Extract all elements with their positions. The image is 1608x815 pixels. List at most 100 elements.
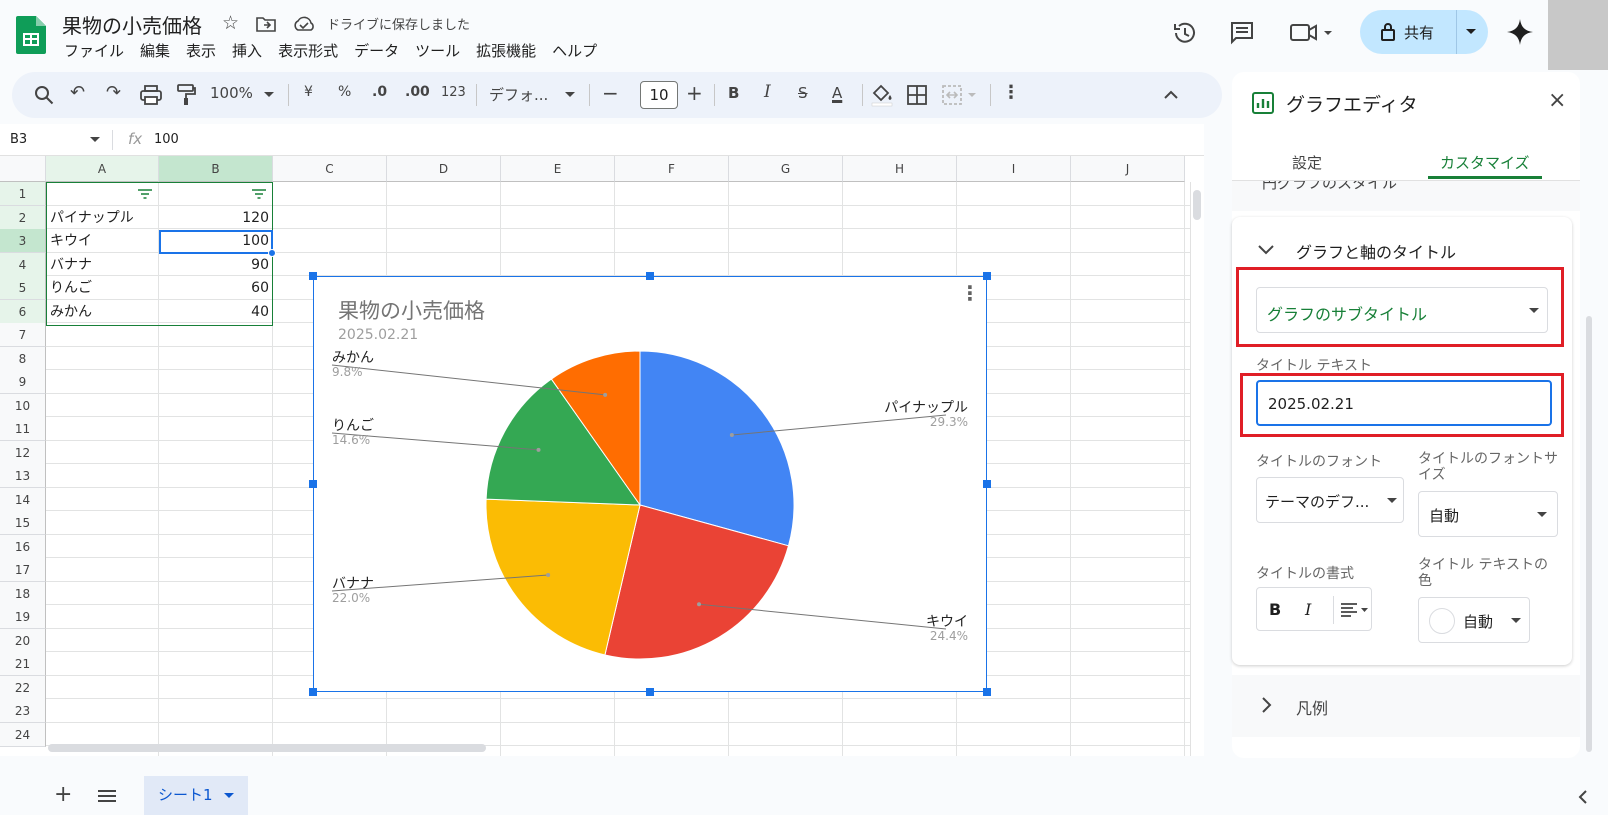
cloud-saved-icon[interactable] — [292, 16, 316, 32]
sheet-tab[interactable]: シート1 — [144, 776, 248, 815]
sheets-logo-icon[interactable] — [16, 16, 46, 54]
menu-tools[interactable]: ツール — [415, 40, 460, 61]
resize-handle[interactable] — [309, 688, 317, 696]
row-header[interactable]: 12 — [0, 440, 46, 465]
resize-handle[interactable] — [646, 272, 654, 280]
row-header[interactable]: 3 — [0, 229, 46, 253]
cell-price[interactable]: 40 — [160, 300, 269, 324]
cell-price[interactable]: 90 — [160, 253, 269, 277]
row-header[interactable]: 21 — [0, 652, 46, 676]
redo-icon[interactable]: ↷ — [106, 82, 121, 103]
row-header[interactable]: 2 — [0, 205, 46, 230]
row-header[interactable]: 18 — [0, 581, 46, 606]
section-pie-style[interactable]: 円グラフのスタイル — [1232, 181, 1580, 211]
resize-handle[interactable] — [309, 272, 317, 280]
fill-color-icon[interactable] — [870, 83, 894, 107]
chevron-down-icon[interactable] — [264, 92, 274, 98]
tab-customize[interactable]: カスタマイズ — [1440, 152, 1530, 173]
row-header[interactable]: 23 — [0, 699, 46, 723]
row-header[interactable]: 19 — [0, 605, 46, 629]
strikethrough-icon[interactable]: S — [798, 84, 808, 102]
column-header[interactable]: I — [957, 156, 1071, 182]
panel-scrollbar-thumb[interactable] — [1586, 316, 1592, 752]
row-header[interactable]: 11 — [0, 417, 46, 441]
share-button[interactable]: 共有 — [1360, 10, 1488, 54]
row-header[interactable]: 9 — [0, 370, 46, 394]
title-font-size-dropdown[interactable]: 自動 — [1418, 491, 1558, 537]
side-panel-toggle-icon[interactable] — [1578, 790, 1588, 804]
chevron-down-icon[interactable] — [90, 137, 100, 143]
fill-handle[interactable] — [268, 249, 276, 257]
column-header[interactable]: D — [387, 156, 501, 182]
font-size-decrease-button[interactable]: − — [602, 81, 619, 105]
menu-view[interactable]: 表示 — [186, 40, 216, 61]
section-titles-label[interactable]: グラフと軸のタイトル — [1296, 239, 1456, 263]
row-header[interactable]: 24 — [0, 722, 46, 747]
column-header[interactable]: E — [501, 156, 615, 182]
column-header[interactable]: G — [729, 156, 843, 182]
cell-price[interactable]: 60 — [160, 276, 269, 300]
menu-edit[interactable]: 編集 — [140, 40, 170, 61]
borders-icon[interactable] — [907, 85, 927, 105]
row-header[interactable]: 22 — [0, 675, 46, 700]
cell-fruit-name[interactable]: みかん — [50, 300, 92, 324]
font-size-increase-button[interactable]: + — [686, 81, 703, 105]
paint-format-icon[interactable] — [176, 84, 196, 106]
chevron-down-icon[interactable] — [1465, 28, 1477, 36]
filter-icon[interactable] — [252, 189, 266, 199]
print-icon[interactable] — [140, 85, 162, 105]
more-options-icon[interactable]: ⋮ — [1002, 82, 1020, 103]
add-sheet-icon[interactable]: + — [54, 782, 72, 807]
cell-fruit-name[interactable]: りんご — [50, 276, 92, 300]
move-folder-icon[interactable] — [256, 16, 276, 32]
italic-icon[interactable]: I — [764, 82, 771, 102]
pie-chart[interactable]: 果物の小売価格 2025.02.21 ⋮ パイナップル 29.3% キウイ 24.4%… — [313, 276, 987, 692]
row-header[interactable]: 6 — [0, 299, 46, 324]
name-box[interactable]: B3 — [10, 132, 27, 147]
menu-file[interactable]: ファイル — [64, 40, 124, 61]
horizontal-scrollbar-thumb[interactable] — [48, 744, 486, 752]
increase-decimal-button[interactable]: .00 — [405, 84, 430, 100]
menu-help[interactable]: ヘルプ — [552, 40, 597, 61]
chevron-up-icon[interactable] — [1258, 245, 1274, 255]
all-sheets-icon[interactable] — [98, 790, 116, 802]
section-legend[interactable]: 凡例 — [1232, 675, 1580, 737]
undo-icon[interactable]: ↶ — [70, 82, 85, 103]
meet-icon[interactable] — [1290, 22, 1334, 44]
formula-input[interactable]: 100 — [154, 132, 179, 147]
selected-cell[interactable] — [159, 230, 273, 254]
title-text-input[interactable]: 2025.02.21 — [1256, 380, 1552, 426]
column-header[interactable]: F — [615, 156, 729, 182]
column-header[interactable]: B — [159, 156, 273, 182]
version-history-icon[interactable] — [1172, 20, 1198, 46]
document-title[interactable]: 果物の小売価格 — [62, 10, 202, 39]
menu-insert[interactable]: 挿入 — [232, 40, 262, 61]
cell-price[interactable]: 120 — [160, 206, 269, 230]
font-size-input[interactable]: 10 — [640, 81, 678, 109]
row-header[interactable]: 20 — [0, 628, 46, 653]
title-color-dropdown[interactable]: 自動 — [1418, 597, 1530, 643]
filter-icon[interactable] — [138, 189, 152, 199]
row-header[interactable]: 5 — [0, 276, 46, 300]
row-header[interactable]: 15 — [0, 511, 46, 535]
column-header[interactable]: H — [843, 156, 957, 182]
row-header[interactable]: 7 — [0, 323, 46, 347]
collapse-toolbar-icon[interactable] — [1164, 90, 1178, 99]
comment-icon[interactable] — [1229, 20, 1255, 46]
percent-format-button[interactable]: % — [338, 84, 351, 100]
text-color-icon[interactable]: A — [832, 84, 842, 102]
chevron-down-icon[interactable] — [565, 92, 575, 98]
menu-format[interactable]: 表示形式 — [278, 40, 338, 61]
row-header[interactable]: 17 — [0, 558, 46, 582]
row-header[interactable]: 1 — [0, 182, 46, 206]
italic-icon[interactable]: I — [1305, 600, 1311, 619]
chevron-down-icon[interactable] — [224, 793, 234, 799]
vertical-scrollbar-thumb[interactable] — [1193, 190, 1201, 220]
gemini-sparkle-icon[interactable] — [1506, 18, 1534, 46]
cell-fruit-name[interactable]: キウイ — [50, 229, 92, 253]
align-icon[interactable] — [1341, 602, 1369, 618]
row-header[interactable]: 13 — [0, 464, 46, 488]
resize-handle[interactable] — [983, 688, 991, 696]
column-header[interactable]: C — [273, 156, 387, 182]
select-all-corner[interactable] — [0, 156, 46, 182]
